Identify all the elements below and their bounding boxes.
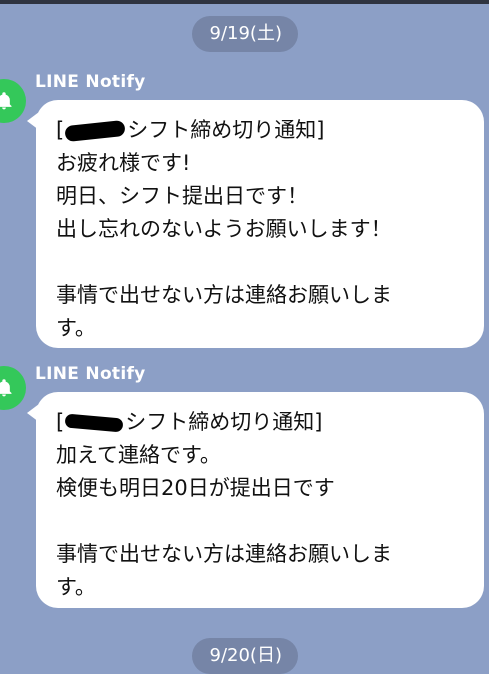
date-separator: 9/20(日) [191,638,298,674]
message-line [56,246,468,279]
bell-icon [0,92,12,110]
message-bubble[interactable]: [シフト締め切り通知] 加えて連絡です。 検便も明日20日が提出日です 事情で出… [27,392,484,608]
bubble-tail [27,404,39,422]
message-line: [シフト締め切り通知] [56,410,323,434]
message-line: 加えて連絡です。 [56,443,221,467]
message-line: 事情で出せない方は連絡お願いしま [56,542,392,566]
redaction-mark [64,413,124,433]
redaction-mark [64,119,126,143]
message-body: [シフト締め切り通知] 加えて連絡です。 検便も明日20日が提出日です 事情で出… [56,406,468,604]
message-bubble[interactable]: [シフト締め切り通知] お疲れ様です! 明日、シフト提出日です！ 出し忘れのない… [27,100,484,348]
bell-icon [0,379,12,397]
message-line: お疲れ様です! [56,151,191,175]
bubble-tail [27,112,39,130]
message-line: 出し忘れのないようお願いします！ [56,217,392,241]
message-line: 明日、シフト提出日です！ [56,184,308,208]
sender-name: LINE Notify [35,72,146,92]
message-line: [シフト締め切り通知] [56,118,325,143]
message-line [56,505,468,538]
date-label: 9/19(土) [209,23,282,44]
sender-avatar[interactable] [0,366,26,410]
message-line: 事情で出せない方は連絡お願いしま [56,283,392,307]
sender-avatar[interactable] [0,79,26,123]
top-bar [0,0,489,4]
message-line: 検便も明日20日が提出日です [56,476,335,500]
sender-name: LINE Notify [35,364,146,384]
message-line: す。 [56,316,96,340]
date-label: 9/20(日) [209,645,282,666]
message-body: [シフト締め切り通知] お疲れ様です! 明日、シフト提出日です！ 出し忘れのない… [56,114,468,345]
date-separator: 9/19(土) [191,16,298,52]
message-line: す。 [56,575,96,599]
